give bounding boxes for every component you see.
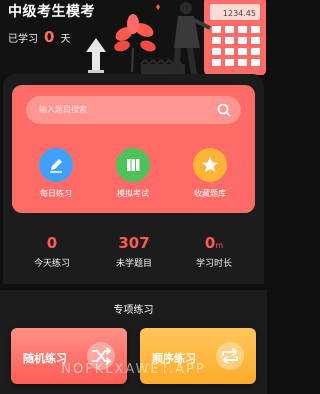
stat-value: 0 (46, 234, 58, 252)
studied-days-value: 0 (44, 28, 55, 46)
mock-exam-label: 模拟考试 (117, 189, 149, 198)
stat-value: 0 (204, 234, 216, 252)
ordered-practice-label: 顺序练习 (152, 352, 196, 365)
search-input[interactable]: 输入题目搜索 (26, 96, 241, 124)
stat-study-time: 0m 学习时长 (179, 234, 249, 269)
books-icon (116, 148, 150, 182)
daily-practice-button[interactable]: 每日练习 (26, 148, 86, 199)
stat-label: 今天练习 (33, 259, 70, 269)
special-practice-section: 专项练习 随机练习 顺序练习 (0, 290, 267, 394)
header-illustration: 1234.45 (86, 0, 266, 75)
favorites-label: 收藏题库 (194, 189, 226, 198)
search-placeholder: 输入题目搜索 (39, 105, 87, 114)
search-icon[interactable] (216, 102, 232, 118)
studied-unit: 天 (60, 34, 71, 45)
favorites-button[interactable]: 收藏题库 (180, 148, 240, 199)
calculator-icon: 1234.45 (204, 0, 266, 75)
random-practice-button[interactable]: 随机练习 (11, 328, 127, 384)
stat-value: 307 (118, 234, 150, 252)
pencil-icon (39, 148, 73, 182)
stat-today-practice: 0 今天练习 (17, 234, 87, 269)
stat-unit: m (215, 241, 224, 250)
stat-label: 学习时长 (195, 259, 232, 269)
star-icon (193, 148, 227, 182)
header: 中级考生模考 已学习 0 天 1234.45 (0, 0, 267, 75)
arrow-up-icon (86, 38, 106, 73)
section-title: 专项练习 (113, 305, 154, 316)
repeat-icon (216, 342, 244, 370)
page-title: 中级考生模考 (8, 4, 95, 20)
mock-exam-button[interactable]: 模拟考试 (103, 148, 163, 199)
calculator-display: 1234.45 (223, 9, 256, 18)
studied-days: 已学习 0 天 (8, 28, 70, 46)
stat-label: 未学题目 (115, 259, 152, 269)
studied-prefix: 已学习 (8, 34, 38, 45)
stat-unlearned: 307 未学题目 (99, 234, 169, 269)
stats-row: 0 今天练习 307 未学题目 0m 学习时长 (12, 234, 255, 274)
daily-practice-label: 每日练习 (40, 189, 72, 198)
shuffle-icon (87, 342, 115, 370)
random-practice-label: 随机练习 (23, 352, 67, 365)
ordered-practice-button[interactable]: 顺序练习 (140, 328, 256, 384)
search-card: 输入题目搜索 每日练习 模拟考试 收藏题库 (12, 85, 255, 213)
